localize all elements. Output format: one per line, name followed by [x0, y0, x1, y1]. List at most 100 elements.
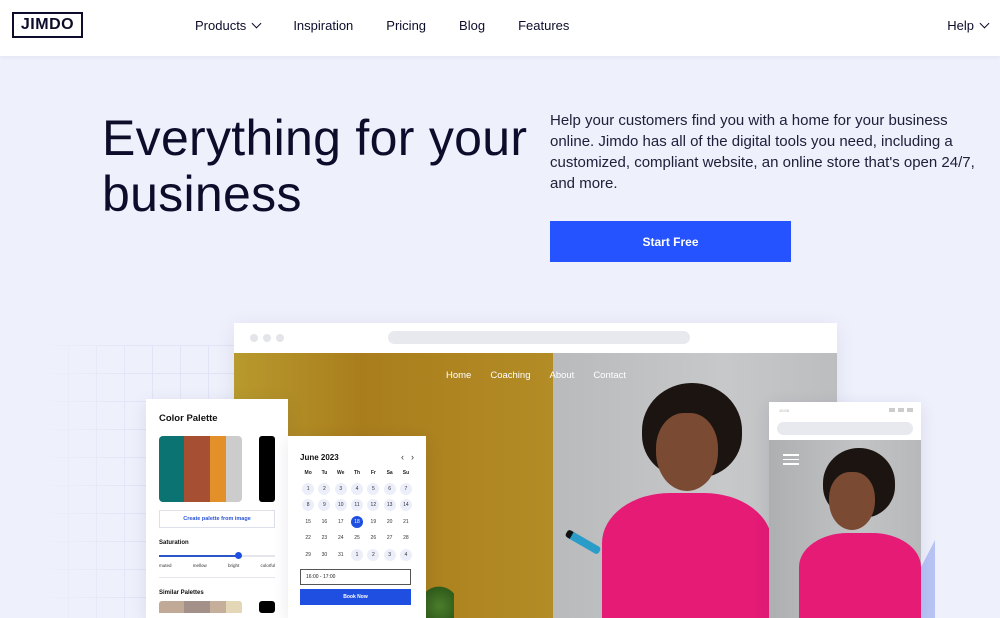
window-dot — [276, 334, 284, 342]
nav-pricing-label: Pricing — [386, 17, 427, 33]
woman-photo-mobile — [799, 448, 921, 618]
site-nav-coaching[interactable]: Coaching — [490, 370, 530, 381]
site-nav-about[interactable]: About — [549, 370, 574, 381]
calendar-day[interactable]: 24 — [335, 532, 347, 544]
calendar-day[interactable]: 9 — [318, 499, 331, 511]
calendar-day[interactable]: 15 — [302, 516, 314, 528]
calendar-day[interactable]: 30 — [318, 549, 330, 561]
calendar-day[interactable]: 27 — [384, 532, 396, 544]
calendar-day[interactable]: 12 — [367, 499, 380, 511]
calendar-day-selected[interactable]: 18 — [351, 515, 364, 528]
color-swatch[interactable] — [184, 436, 210, 502]
site-nav-contact[interactable]: Contact — [593, 370, 626, 381]
similar-palette[interactable] — [159, 601, 275, 613]
calendar-day[interactable]: 10 — [334, 499, 347, 511]
calendar-day[interactable]: 20 — [384, 516, 396, 528]
calendar-day[interactable]: 16 — [318, 516, 330, 528]
hero-description: Help your customers find you with a home… — [550, 112, 975, 192]
calendar-day[interactable]: 13 — [383, 499, 396, 511]
hero-title: Everything for your business — [102, 110, 528, 222]
calendar-day[interactable]: 1 — [302, 482, 315, 495]
chevron-down-icon — [979, 18, 990, 28]
calendar-day[interactable]: 2 — [318, 482, 331, 495]
slider-thumb[interactable] — [234, 552, 242, 559]
window-dot — [250, 334, 258, 342]
color-swatch[interactable] — [210, 436, 226, 502]
nav-blog[interactable]: Blog — [459, 18, 485, 33]
color-swatch[interactable] — [226, 436, 242, 502]
start-free-button[interactable]: Start Free — [550, 221, 791, 262]
nav-pricing[interactable]: Pricing — [386, 18, 426, 33]
mobile-address-bar — [777, 422, 913, 435]
site-nav: Home Coaching About Contact — [446, 370, 626, 381]
calendar-day[interactable]: 25 — [351, 532, 363, 544]
nav-inspiration-label: Inspiration — [293, 17, 354, 33]
calendar-day[interactable]: 23 — [318, 532, 330, 544]
slider-fill — [159, 555, 238, 557]
palette-swatches — [159, 436, 275, 502]
weekday-label: Fr — [370, 470, 376, 476]
calendar-day[interactable]: 7 — [399, 482, 412, 495]
similar-swatch — [184, 601, 210, 613]
status-time: 10:05 — [779, 408, 790, 413]
calendar-day[interactable]: 11 — [351, 499, 364, 511]
hamburger-menu-icon[interactable] — [783, 454, 799, 468]
palette-title: Color Palette — [159, 413, 218, 424]
calendar-day[interactable]: 19 — [367, 516, 379, 528]
signal-icon — [889, 408, 895, 412]
plant-image — [424, 578, 454, 618]
nav-blog-label: Blog — [459, 17, 486, 33]
nav-features[interactable]: Features — [518, 18, 569, 33]
calendar-day[interactable]: 22 — [302, 532, 314, 544]
nav-inspiration[interactable]: Inspiration — [293, 18, 353, 33]
wifi-icon — [898, 408, 904, 412]
accent-swatch[interactable] — [259, 436, 275, 502]
calendar-day[interactable]: 5 — [367, 482, 380, 495]
calendar-day[interactable]: 29 — [302, 549, 314, 561]
calendar-day[interactable]: 3 — [383, 548, 396, 561]
calendar-grid: Mo Tu We Th Fr Sa Su 1 2 3 4 5 6 7 8 9 10 11 12 13 14 15 16 17 1… — [300, 470, 414, 561]
browser-toolbar — [234, 323, 837, 353]
calendar-header: June 2023 ‹ › — [300, 452, 414, 462]
saturation-scale: muted mellow bright colorful — [159, 563, 275, 568]
calendar-day[interactable]: 28 — [400, 532, 412, 544]
calendar-day[interactable]: 4 — [351, 482, 364, 495]
weekday-label: Sa — [386, 470, 393, 476]
calendar-day[interactable]: 14 — [399, 499, 412, 511]
scale-mellow: mellow — [192, 563, 207, 568]
help-menu[interactable]: Help — [947, 0, 990, 50]
calendar-day[interactable]: 1 — [351, 548, 364, 561]
mobile-site-preview — [769, 440, 921, 618]
nav-products[interactable]: Products — [195, 17, 262, 33]
chevron-right-icon[interactable]: › — [411, 452, 414, 462]
window-dot — [263, 334, 271, 342]
site-nav-home[interactable]: Home — [446, 370, 471, 381]
calendar-day[interactable]: 8 — [302, 499, 315, 511]
calendar-day[interactable]: 31 — [335, 549, 347, 561]
saturation-slider[interactable] — [159, 552, 275, 559]
color-swatch[interactable] — [159, 436, 184, 502]
calendar-day[interactable]: 3 — [334, 482, 347, 495]
calendar-day[interactable]: 26 — [367, 532, 379, 544]
calendar-day[interactable]: 2 — [367, 548, 380, 561]
scale-muted: muted — [159, 563, 172, 568]
chevron-left-icon[interactable]: ‹ — [401, 452, 404, 462]
book-now-button[interactable]: Book Now — [300, 588, 411, 605]
saturation-label: Saturation — [159, 540, 189, 546]
address-bar — [388, 331, 690, 344]
status-icons — [889, 408, 913, 412]
create-palette-button[interactable]: Create palette from image — [159, 510, 275, 528]
calendar-day[interactable]: 17 — [335, 516, 347, 528]
weekday-label: Tu — [321, 470, 328, 476]
calendar-day[interactable]: 6 — [383, 482, 396, 495]
similar-swatch-group — [159, 601, 242, 613]
face-shape — [656, 413, 718, 491]
site-header: JIMDO Products Inspiration Pricing Blog … — [0, 0, 1000, 56]
color-palette-card: Color Palette Create palette from image … — [146, 399, 288, 618]
calendar-day[interactable]: 4 — [399, 548, 412, 561]
jimdo-logo[interactable]: JIMDO — [12, 12, 83, 38]
calendar-day[interactable]: 21 — [400, 516, 412, 528]
nav-products-label: Products — [195, 17, 247, 33]
pink-shirt-shape — [602, 493, 772, 618]
time-slot-field[interactable]: 16:00 - 17:00 — [300, 568, 411, 585]
